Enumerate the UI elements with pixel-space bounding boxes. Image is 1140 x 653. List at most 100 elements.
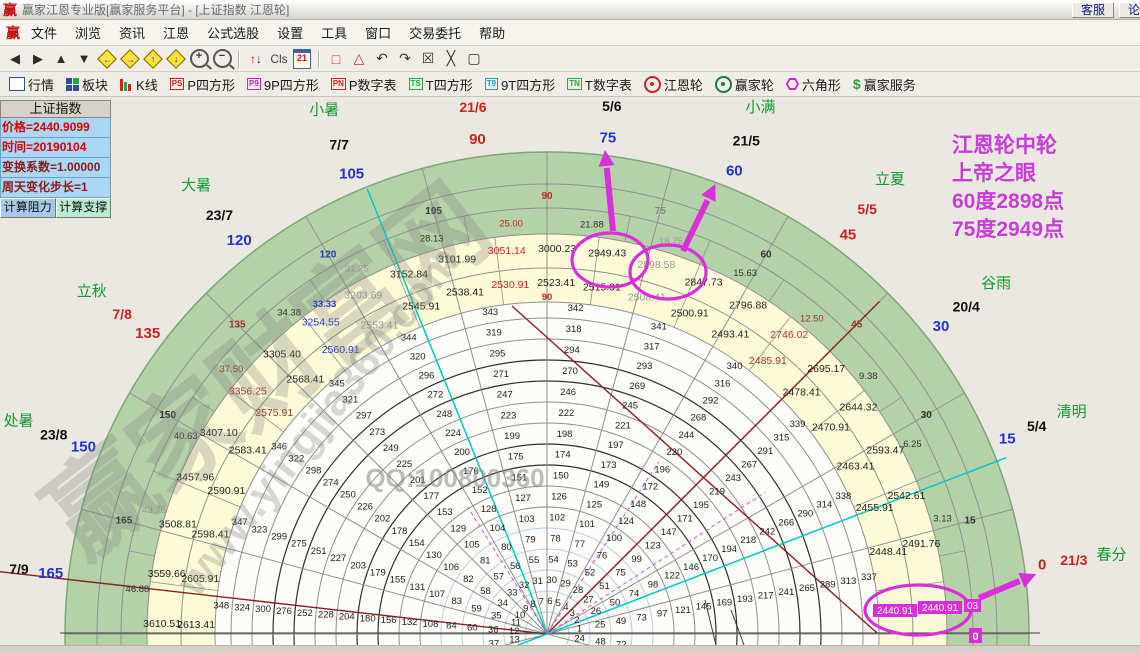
calendar-icon[interactable]: 21 [291, 48, 313, 70]
square-tool-icon[interactable]: □ [325, 48, 347, 70]
parameter-row-0[interactable]: 价格=2440.9099 [0, 118, 111, 138]
date-label: 21/5 [733, 133, 760, 149]
toolbar-item-P数字表[interactable]: PNP数字表 [326, 73, 402, 96]
spiral-number: 32 [519, 580, 530, 591]
menu-item-窗口[interactable]: 窗口 [356, 20, 400, 45]
solar-term-label: 春分 [1096, 547, 1126, 564]
menu-item-资讯[interactable]: 资讯 [110, 20, 154, 45]
spiral-number: 196 [654, 464, 670, 475]
price-inner-ring-value: 2463.41 [836, 461, 874, 473]
parameter-row-3[interactable]: 周天变化步长=1 [0, 178, 111, 198]
shift-down-icon[interactable]: ↓ [165, 48, 187, 70]
zoom-in-icon[interactable]: + [188, 48, 210, 70]
spiral-number: 74 [629, 588, 640, 599]
spiral-number: 127 [515, 493, 531, 504]
spiral-number: 324 [234, 602, 250, 613]
spiral-number: 77 [575, 539, 586, 550]
nav-left-icon[interactable]: ◀ [4, 48, 26, 70]
date-label: 7/9 [9, 561, 29, 577]
shift-left-icon[interactable]: ← [96, 48, 118, 70]
rotate-ccw-icon[interactable]: ↶ [371, 48, 393, 70]
calc-support-button[interactable]: 计算支撑 [56, 198, 112, 218]
spiral-number: 34 [497, 598, 508, 609]
spiral-number: 97 [657, 609, 668, 620]
gods-eye-note-line: 上帝之眼 [952, 161, 1036, 185]
cls-button[interactable]: Cls [268, 48, 290, 70]
toolbar-item-P四方形[interactable]: PSP四方形 [165, 73, 240, 96]
rotate-cw-icon[interactable]: ↷ [394, 48, 416, 70]
toolbar-item-赢家轮[interactable]: 赢家轮 [710, 73, 779, 96]
p-table-icon: PN [331, 78, 346, 90]
toolbar-item-T数字表[interactable]: TNT数字表 [562, 73, 637, 96]
boxed-x-icon[interactable]: ☒ [417, 48, 439, 70]
spiral-number: 241 [778, 587, 794, 598]
toolbar-item-9P四方形[interactable]: P99P四方形 [242, 73, 324, 96]
forum-button[interactable]: 论坛 [1119, 2, 1140, 18]
updown-arrows-icon[interactable]: ↑↓ [245, 48, 267, 70]
zero-degree-value: 0 [972, 631, 978, 643]
spiral-number: 126 [551, 492, 567, 503]
price-inner-ring-value: 2470.91 [812, 422, 850, 434]
spiral-number: 172 [642, 482, 658, 493]
quotes-grid-icon [9, 77, 25, 91]
menu-item-文件[interactable]: 文件 [22, 20, 66, 45]
spiral-number: 37 [489, 638, 500, 645]
spiral-number: 57 [494, 572, 505, 583]
spiral-number: 175 [508, 452, 524, 463]
spiral-number: 267 [741, 459, 757, 470]
toolbar-item-label: 赢家轮 [735, 75, 774, 94]
pct-ring-value: 25.00 [499, 219, 523, 230]
customer-service-button[interactable]: 客服 [1072, 2, 1114, 18]
toolbar-charts: 行情板块K线PSP四方形P99P四方形PNP数字表TST四方形T99T四方形TN… [0, 72, 1140, 97]
gann-wheel-canvas[interactable]: 1234567891011121324252627282930313233343… [0, 97, 1140, 645]
spiral-number: 242 [759, 526, 775, 537]
screen-icon[interactable]: ▢ [463, 48, 485, 70]
toolbar-item-板块[interactable]: 板块 [61, 73, 113, 96]
spiral-number: 203 [350, 560, 366, 571]
spiral-number: 199 [504, 431, 520, 442]
spiral-number: 300 [255, 604, 271, 615]
spiral-number: 296 [419, 371, 435, 382]
calc-resistance-button[interactable]: 计算阻力 [0, 198, 56, 218]
zoom-out-icon[interactable]: − [211, 48, 233, 70]
triangle-tool-icon[interactable]: △ [348, 48, 370, 70]
toolbar-item-六角形[interactable]: 六角形 [781, 73, 846, 96]
pct-ring-value: 3.13 [933, 514, 952, 525]
nav-up-icon[interactable]: ▲ [50, 48, 72, 70]
parameter-row-2[interactable]: 变换系数=1.00000 [0, 158, 111, 178]
menu-item-设置[interactable]: 设置 [268, 20, 312, 45]
spiral-number: 124 [618, 516, 634, 527]
spiral-number: 198 [557, 429, 573, 440]
spiral-number: 341 [651, 322, 667, 333]
date-label: 7/7 [329, 136, 349, 152]
menu-item-交易委托[interactable]: 交易委托 [400, 20, 470, 45]
menu-item-帮助[interactable]: 帮助 [470, 20, 514, 45]
shift-up-icon[interactable]: ↑ [142, 48, 164, 70]
toolbar-item-label: T数字表 [585, 75, 632, 94]
nav-right-icon[interactable]: ▶ [27, 48, 49, 70]
toolbar-item-行情[interactable]: 行情 [4, 73, 59, 96]
shift-right-icon[interactable]: → [119, 48, 141, 70]
spiral-number: 276 [276, 606, 292, 617]
toolbar-item-赢家服务[interactable]: $赢家服务 [848, 73, 921, 96]
price-outer-ring-value: 2491.76 [902, 538, 940, 550]
title-bar: 赢 赢家江恩专业版[赢家服务平台] - [上证指数 江恩轮] 客服 论坛 [0, 0, 1140, 20]
toolbar-item-T四方形[interactable]: TST四方形 [404, 73, 478, 96]
spiral-number: 105 [464, 539, 480, 550]
menu-item-江恩[interactable]: 江恩 [154, 20, 198, 45]
spiral-number: 219 [709, 486, 725, 497]
toolbar-item-label: 行情 [28, 75, 54, 94]
spiral-number: 297 [356, 411, 372, 422]
parameter-row-1[interactable]: 时间=20190104 [0, 138, 111, 158]
nav-down-icon[interactable]: ▼ [73, 48, 95, 70]
collapse-icon[interactable]: ╳ [440, 48, 462, 70]
toolbar-item-label: 赢家服务 [864, 75, 916, 94]
menu-item-工具[interactable]: 工具 [312, 20, 356, 45]
menu-item-浏览[interactable]: 浏览 [66, 20, 110, 45]
spiral-number: 129 [450, 523, 466, 534]
toolbar-item-江恩轮[interactable]: 江恩轮 [639, 73, 708, 96]
current-price-value: 03 [967, 601, 979, 612]
toolbar-item-9T四方形[interactable]: T99T四方形 [480, 73, 561, 96]
menu-item-公式选股[interactable]: 公式选股 [198, 20, 268, 45]
toolbar-item-K线[interactable]: K线 [115, 73, 163, 96]
